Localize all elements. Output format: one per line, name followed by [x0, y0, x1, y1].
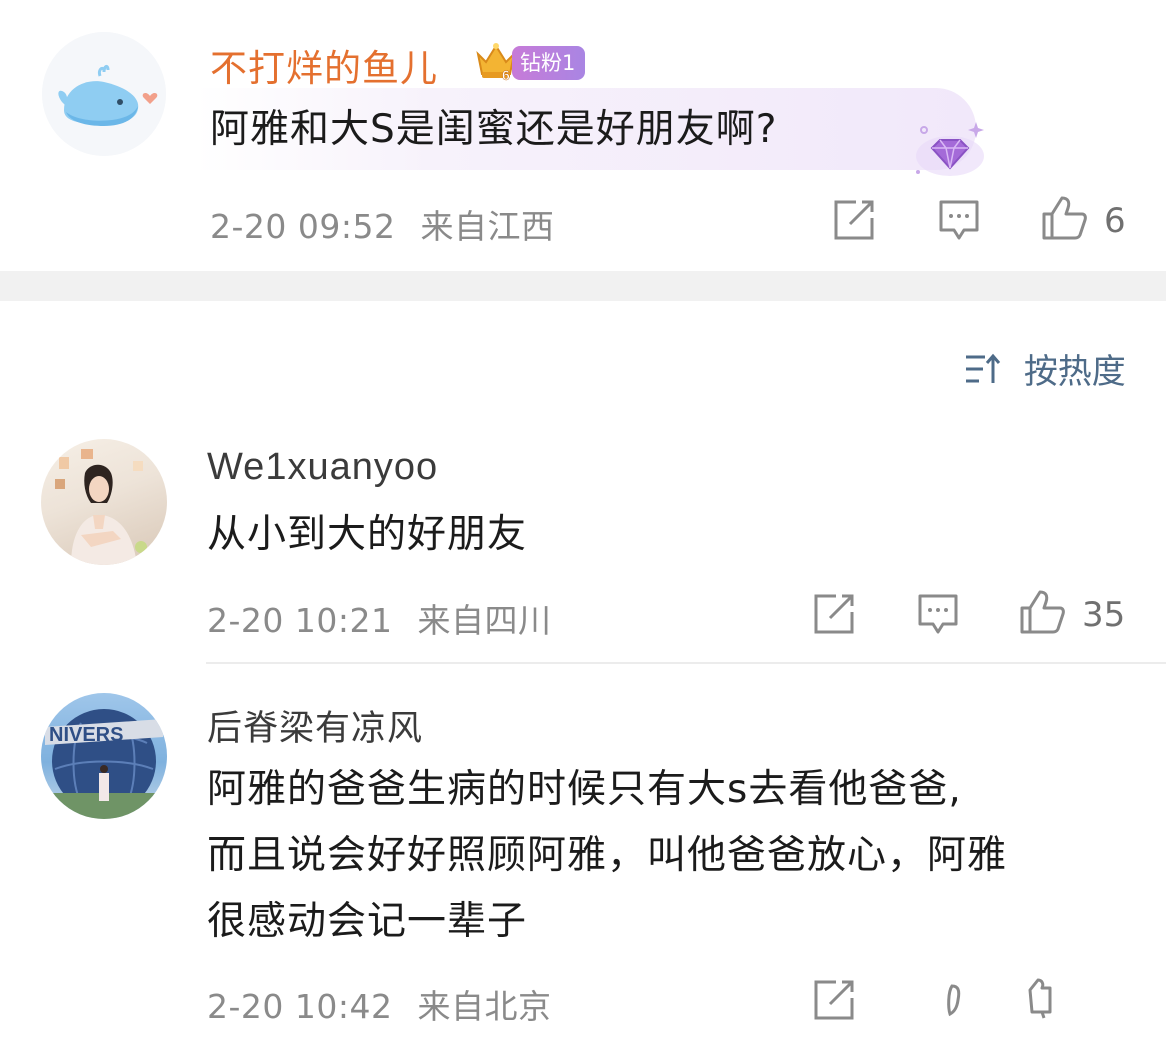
like-count: 6 — [1104, 201, 1126, 241]
sort-icon — [966, 353, 1001, 383]
comment-meta: 2-20 10:21 来自四川 — [207, 594, 552, 642]
reply-icon[interactable] — [944, 982, 966, 1022]
sort-by-hot-button[interactable]: 按热度 — [963, 344, 1126, 392]
comment-text: 阿雅和大S是闺蜜还是好朋友啊? — [210, 107, 778, 152]
diamond-decoration-icon — [910, 118, 990, 186]
comment-meta: 2-20 10:42 来自北京 — [207, 980, 552, 1028]
sort-label: 按热度 — [1023, 352, 1126, 392]
location: 来自江西 — [420, 207, 555, 246]
avatar[interactable] — [41, 439, 167, 565]
repost-icon[interactable] — [812, 592, 856, 640]
comment-meta: 2-20 09:52 来自江西 — [210, 200, 555, 248]
timestamp: 2-20 10:42 — [207, 987, 393, 1026]
reply-icon[interactable] — [938, 198, 980, 246]
comment-text-line: 阿雅的爸爸生病的时候只有大s去看他爸爸, — [207, 767, 962, 812]
like-icon[interactable] — [1040, 194, 1088, 246]
avatar[interactable] — [42, 32, 166, 156]
svg-text:6: 6 — [502, 67, 510, 82]
repost-icon[interactable] — [832, 198, 876, 246]
like-count: 35 — [1082, 595, 1126, 635]
like-icon[interactable] — [1018, 588, 1066, 640]
comment-text-line: 很感动会记一辈子 — [207, 899, 528, 944]
like-icon[interactable] — [1024, 976, 1056, 1024]
comment-text: 从小到大的好朋友 — [207, 512, 528, 557]
location: 来自北京 — [417, 987, 552, 1026]
fan-badge: 钻粉1 — [512, 46, 586, 80]
repost-icon[interactable] — [812, 978, 856, 1026]
username[interactable]: 不打烊的鱼儿 — [210, 38, 438, 92]
section-divider — [0, 271, 1166, 301]
avatar[interactable]: NIVERS — [41, 693, 167, 819]
timestamp: 2-20 09:52 — [210, 207, 396, 246]
location: 来自四川 — [417, 601, 552, 640]
svg-text:NIVERS: NIVERS — [49, 724, 123, 746]
comment-divider — [206, 662, 1166, 664]
timestamp: 2-20 10:21 — [207, 601, 393, 640]
reply-icon[interactable] — [917, 592, 959, 640]
comment-text-line: 而且说会好好照顾阿雅，叫他爸爸放心，阿雅 — [207, 833, 1008, 878]
username[interactable]: We1xuanyoo — [207, 446, 438, 489]
username[interactable]: 后脊梁有凉风 — [207, 700, 423, 751]
